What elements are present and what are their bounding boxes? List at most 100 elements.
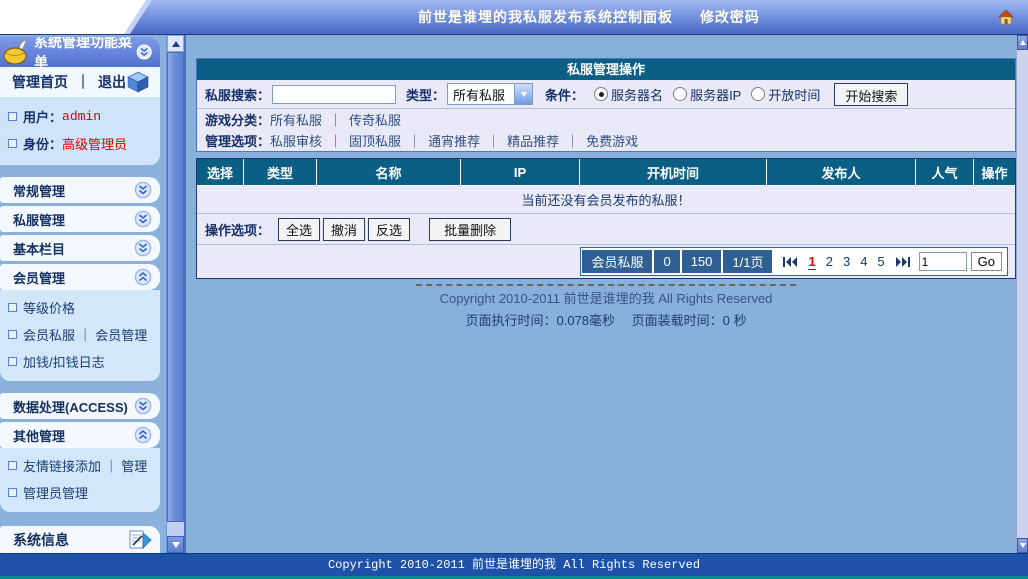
sidebar-section-qita[interactable]: 其他管理: [0, 422, 160, 448]
unselect-button[interactable]: 撤消: [323, 218, 365, 241]
category-link-all[interactable]: 所有私服: [270, 110, 322, 129]
sidebar-scrollbar[interactable]: [166, 35, 184, 553]
category-link-chuanqi[interactable]: 传奇私服: [349, 110, 401, 129]
radio-server-name-label: 服务器名: [611, 85, 663, 104]
arrow-down-icon: [172, 542, 180, 548]
change-password-link[interactable]: 修改密码: [700, 9, 760, 25]
scroll-down-button[interactable]: [1017, 538, 1028, 553]
scrollbar-thumb[interactable]: [167, 52, 184, 522]
option-link-shenhe[interactable]: 私服审核: [270, 131, 322, 150]
option-link-mianfei[interactable]: 免费游戏: [586, 131, 638, 150]
arrow-down-icon: [521, 92, 527, 97]
pagination-nav: 1 2 3 4 5 Go: [774, 252, 1006, 271]
go-button[interactable]: Go: [971, 252, 1002, 271]
sidebar-section-shuju[interactable]: 数据处理(ACCESS): [0, 393, 160, 419]
chevron-down-circle-icon[interactable]: [134, 397, 152, 415]
page-number-input[interactable]: [919, 252, 967, 271]
radio-server-ip[interactable]: [673, 87, 687, 101]
chevron-up-circle-icon[interactable]: [134, 268, 152, 286]
operations-panel: 私服管理操作 私服搜索： 类型： 所有私服 条件： 服务器名 服务器: [196, 58, 1016, 152]
empty-table-message: 当前还没有会员发布的私服！: [197, 186, 1015, 214]
frameset: 系统管理功能菜单 管理首页 ｜ 退出: [0, 35, 1028, 553]
notepad-icon: [128, 529, 154, 551]
sidebar-section-sifu[interactable]: 私服管理: [0, 206, 160, 232]
scroll-up-button[interactable]: [1017, 35, 1028, 50]
page-5-link[interactable]: 5: [877, 254, 884, 269]
copyright-text: Copyright 2010-2011 前世是谁埋的我 All Rights R…: [196, 288, 1016, 307]
sidebar-section-jiben[interactable]: 基本栏目: [0, 235, 160, 261]
search-input[interactable]: [272, 85, 396, 104]
chevron-down-circle-icon[interactable]: [134, 239, 152, 257]
radio-open-time[interactable]: [751, 87, 765, 101]
batch-label: 操作选项：: [205, 220, 270, 239]
game-category-label: 游戏分类：: [205, 110, 270, 129]
last-page-icon[interactable]: [895, 257, 910, 267]
sidebar-section-huiyuan[interactable]: 会员管理: [0, 264, 160, 290]
page-1-link[interactable]: 1: [808, 254, 815, 270]
sidebar-menu-header: 系统管理功能菜单: [0, 37, 160, 67]
bullet-icon: [8, 488, 17, 497]
radio-open-time-label: 开放时间: [768, 85, 820, 104]
batch-actions-row: 操作选项： 全选 撤消 反选 批量删除: [197, 214, 1015, 245]
col-publisher: 发布人: [767, 159, 916, 185]
chevron-down-circle-icon[interactable]: [136, 43, 152, 61]
option-link-jingpin[interactable]: 精品推荐: [507, 131, 559, 150]
option-link-tongxiao[interactable]: 通宵推荐: [428, 131, 480, 150]
scroll-up-button[interactable]: [167, 35, 184, 52]
first-page-icon[interactable]: [783, 257, 798, 267]
batch-delete-button[interactable]: 批量删除: [429, 218, 511, 241]
chevron-down-circle-icon[interactable]: [134, 210, 152, 228]
pagination-page-info: 1/1页: [723, 250, 772, 273]
chevron-down-circle-icon[interactable]: [134, 181, 152, 199]
nav-home-link[interactable]: 管理首页: [12, 72, 68, 92]
bullet-icon: [8, 303, 17, 312]
page-2-link[interactable]: 2: [826, 254, 833, 269]
header-title-area: 前世是谁埋的我私服发布系统控制面板 修改密码: [150, 0, 1028, 34]
radio-server-ip-label: 服务器IP: [690, 85, 741, 104]
sidebar-top-panel: 系统管理功能菜单 管理首页 ｜ 退出: [0, 37, 160, 165]
col-ip: IP: [461, 159, 580, 185]
scrollbar-track[interactable]: [167, 522, 184, 536]
invert-select-button[interactable]: 反选: [368, 218, 410, 241]
sidebar-item-label: 加钱/扣钱日志: [23, 352, 105, 371]
search-button[interactable]: 开始搜索: [834, 83, 908, 106]
col-name: 名称: [317, 159, 461, 185]
panel-title: 私服管理操作: [197, 59, 1015, 80]
sidebar-item-guanliyuan[interactable]: 管理员管理: [0, 479, 160, 506]
user-value: admin: [62, 109, 101, 124]
system-info-title: 系统信息: [13, 530, 69, 550]
option-link-guding[interactable]: 固顶私服: [349, 131, 401, 150]
radio-server-name[interactable]: [594, 87, 608, 101]
page-4-link[interactable]: 4: [860, 254, 867, 269]
section-title: 基本栏目: [13, 239, 65, 258]
main-scrollbar[interactable]: [1016, 35, 1028, 553]
type-select[interactable]: 所有私服: [447, 83, 533, 105]
nav-logout-link[interactable]: 退出: [98, 72, 126, 92]
pagination-count: 0: [654, 250, 679, 273]
select-dropdown-icon[interactable]: [514, 84, 532, 104]
server-table: 选择 类型 名称 IP 开机时间 发布人 人气 操作 当前还没有会员发布的私服！…: [196, 158, 1016, 279]
chevron-up-circle-icon[interactable]: [134, 426, 152, 444]
sidebar: 系统管理功能菜单 管理首页 ｜ 退出: [0, 35, 166, 553]
type-select-value: 所有私服: [448, 85, 514, 104]
sidebar-item-jiaqian[interactable]: 加钱/扣钱日志: [0, 348, 160, 375]
scrollbar-track[interactable]: [1017, 50, 1028, 538]
top-header-bar: 前世是谁埋的我私服发布系统控制面板 修改密码: [0, 0, 1028, 35]
arrow-down-icon: [1020, 543, 1026, 548]
sidebar-item-huiyuan-sifu[interactable]: 会员私服 ｜ 会员管理: [0, 321, 160, 348]
bullet-icon: [8, 139, 17, 148]
sidebar-item-dengji[interactable]: 等级价格: [0, 294, 160, 321]
nav-separator: ｜: [76, 72, 90, 92]
home-icon[interactable]: [996, 7, 1016, 27]
select-all-button[interactable]: 全选: [278, 218, 320, 241]
col-actions: 操作: [974, 159, 1015, 185]
page-3-link[interactable]: 3: [843, 254, 850, 269]
arrow-up-icon: [1020, 40, 1026, 45]
header-swoosh-decoration: [0, 0, 147, 35]
pagination-bar: 会员私服 0 150 1/1页 1 2 3 4: [580, 247, 1008, 276]
sidebar-section-changgui[interactable]: 常规管理: [0, 177, 160, 203]
link-separator: ｜: [408, 131, 421, 150]
sidebar-item-youqing[interactable]: 友情链接添加 ｜ 管理: [0, 452, 160, 479]
scroll-down-button[interactable]: [167, 536, 184, 553]
type-label: 类型：: [406, 85, 445, 104]
